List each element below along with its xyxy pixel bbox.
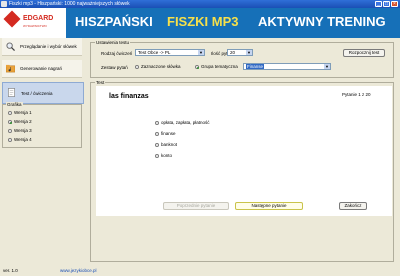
previous-question-button[interactable]: Poprzednie pytanie <box>163 202 229 210</box>
answer-option-4[interactable]: konto <box>155 153 172 158</box>
app-icon <box>1 1 7 7</box>
sidebar-item-label: Przeglądanie i wybór słówek <box>20 44 77 49</box>
logo-name: EDGARD <box>23 15 54 22</box>
radio-button[interactable] <box>8 137 12 142</box>
exercise-type-label: Rodzaj ćwiczeń <box>101 51 133 56</box>
music-folder-icon <box>6 64 15 73</box>
chevron-down-icon: ▼ <box>198 50 204 55</box>
grafika-option-label: Wersja 4 <box>14 137 32 142</box>
theme-select[interactable]: Finanse ▼ <box>243 63 331 70</box>
radio-button[interactable] <box>8 128 12 133</box>
sidebar-item-label: Test / ćwiczenia <box>21 91 53 96</box>
chevron-down-icon: ▼ <box>324 64 330 69</box>
theme-group-label: Grupa tematyczna <box>201 64 238 69</box>
question-set-label: Zestaw pytań <box>101 65 128 70</box>
maximize-button[interactable]: □ <box>383 1 390 7</box>
minimize-button[interactable]: _ <box>375 1 382 7</box>
test-settings-panel: Ustawienia testu Rodzaj ćwiczeń Test Obc… <box>90 40 394 78</box>
answer-label: finanse <box>161 131 176 136</box>
website-link[interactable]: www.jezykiobce.pl <box>60 268 97 273</box>
grafika-option-1[interactable]: Wersja 1 <box>8 110 32 116</box>
document-icon <box>8 88 15 97</box>
header-banner: EDGARD WYDAWNICTWO HISZPAŃSKI FISZKI MP3… <box>0 8 400 38</box>
exercise-type-value: Test Obce -> PL <box>138 50 171 55</box>
radio-button-selected[interactable] <box>195 64 199 69</box>
window-title: Fiszki mp3 - Hiszpański: 1000 najważniej… <box>9 1 130 7</box>
banner-language: HISZPAŃSKI <box>75 14 153 29</box>
grafika-group: Grafika Wersja 1 Wersja 2 Wersja 3 Wersj… <box>2 102 82 148</box>
answer-option-2[interactable]: finanse <box>155 131 176 136</box>
chevron-down-icon: ▼ <box>246 50 252 55</box>
question-count-select[interactable]: 20 ▼ <box>227 49 253 56</box>
sidebar: Przeglądanie i wybór słówek Generowanie … <box>0 38 84 264</box>
theme-value: Finanse <box>246 64 265 69</box>
radio-button[interactable] <box>155 153 159 158</box>
theme-group-option[interactable]: Grupa tematyczna <box>195 64 238 69</box>
question-counter: Pytanie 1 z 20 <box>342 92 371 97</box>
edgard-logo-mark <box>3 10 21 28</box>
sidebar-item-recordings[interactable]: Generowanie nagrań <box>2 60 82 78</box>
radio-button[interactable] <box>8 110 12 115</box>
grafika-option-label: Wersja 1 <box>14 110 32 115</box>
answer-option-3[interactable]: banknot <box>155 142 177 147</box>
test-legend: Test <box>95 80 106 85</box>
grafika-option-label: Wersja 2 <box>14 119 32 124</box>
test-content: las finanzas Pytanie 1 z 20 opłata, zapł… <box>96 86 392 216</box>
answer-option-1[interactable]: opłata, zapłata, płatność <box>155 120 210 125</box>
question-count-value: 20 <box>230 50 236 55</box>
radio-button[interactable] <box>155 120 159 125</box>
banner-product: FISZKI MP3 <box>167 14 239 29</box>
grafika-option-4[interactable]: Wersja 4 <box>8 137 32 143</box>
radio-button[interactable] <box>155 142 159 147</box>
version-label: ver. 1.0 <box>3 268 18 273</box>
grafika-option-label: Wersja 3 <box>14 128 32 133</box>
radio-button-selected[interactable] <box>8 119 12 124</box>
sidebar-item-label: Generowanie nagrań <box>20 66 63 71</box>
finish-button[interactable]: Zakończ <box>339 202 367 210</box>
grafika-option-2[interactable]: Wersja 2 <box>8 119 32 125</box>
next-question-button[interactable]: Następne pytanie <box>235 202 303 210</box>
close-button[interactable]: × <box>391 1 398 7</box>
settings-legend: Ustawienia testu <box>95 40 131 45</box>
answer-label: banknot <box>161 142 178 147</box>
question-word: las finanzas <box>109 93 149 100</box>
banner-tagline: AKTYWNY TRENING <box>258 14 386 29</box>
exercise-type-select[interactable]: Test Obce -> PL ▼ <box>135 49 205 56</box>
radio-button[interactable] <box>135 64 139 69</box>
grafika-option-3[interactable]: Wersja 3 <box>8 128 32 134</box>
answer-label: opłata, zapłata, płatność <box>161 120 210 125</box>
sidebar-item-test[interactable]: Test / ćwiczenia <box>2 82 84 104</box>
radio-button[interactable] <box>155 131 159 136</box>
logo-subtitle: WYDAWNICTWO <box>23 24 47 28</box>
edgard-logo: EDGARD WYDAWNICTWO <box>0 8 66 38</box>
marked-words-option[interactable]: Zaznaczone słówka <box>135 64 181 69</box>
magnifier-icon <box>6 42 15 51</box>
window-titlebar: Fiszki mp3 - Hiszpański: 1000 najważniej… <box>0 0 400 8</box>
marked-words-label: Zaznaczone słówka <box>141 64 181 69</box>
answer-label: konto <box>161 153 173 158</box>
sidebar-item-browse[interactable]: Przeglądanie i wybór słówek <box>2 38 82 56</box>
start-test-button[interactable]: Rozpocznij test <box>343 49 385 57</box>
grafika-legend: Grafika <box>6 102 23 107</box>
